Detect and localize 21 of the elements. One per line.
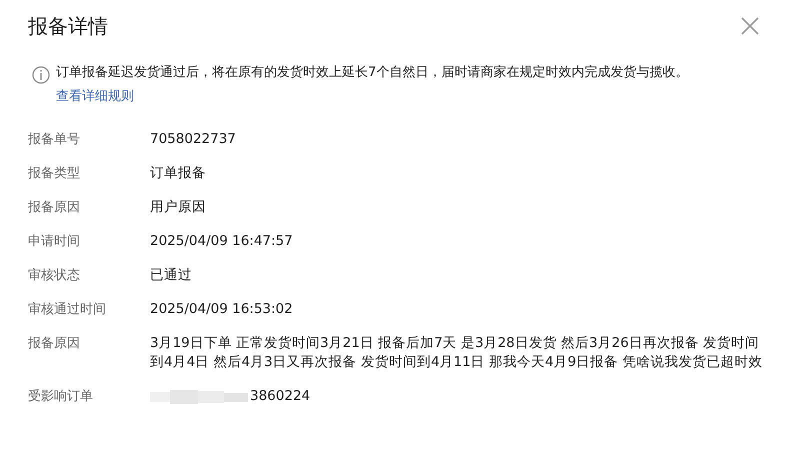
field-label: 报备单号 [28, 131, 81, 149]
field-value: 订单报备 [150, 164, 206, 183]
dialog-title: 报备详情 [28, 12, 108, 40]
field-value: 3月19日下单 正常发货时间3月21日 报备后加7天 是3月28日发货 然后3月26日再次报备 发货时间到4月4日 然后4月3日又再次报备 发货时间到4月11日 那我今天4月9日报备 凭啥说我发货已超时效 [150, 334, 764, 372]
rules-link[interactable]: 查看详细规则 [56, 88, 134, 106]
notice-text: 订单报备延迟发货通过后，将在原有的发货时效上延长7个自然日，届时请商家在规定时效内完成发货与揽收。 [56, 64, 688, 82]
field-value: 3860224 [250, 387, 310, 406]
field-label: 报备原因 [28, 335, 81, 353]
info-icon [32, 66, 50, 84]
field-label: 审核通过时间 [28, 301, 107, 319]
field-label: 报备原因 [28, 199, 81, 217]
field-value: 7058022737 [150, 130, 236, 149]
field-value: 用户原因 [150, 198, 206, 217]
field-label: 审核状态 [28, 267, 81, 285]
field-value: 2025/04/09 16:53:02 [150, 300, 293, 319]
field-label: 申请时间 [28, 233, 81, 251]
field-value: 已通过 [150, 266, 192, 285]
field-label: 报备类型 [28, 165, 81, 183]
field-label: 受影响订单 [28, 388, 94, 406]
field-value: 2025/04/09 16:47:57 [150, 232, 293, 251]
close-icon[interactable] [740, 16, 760, 36]
